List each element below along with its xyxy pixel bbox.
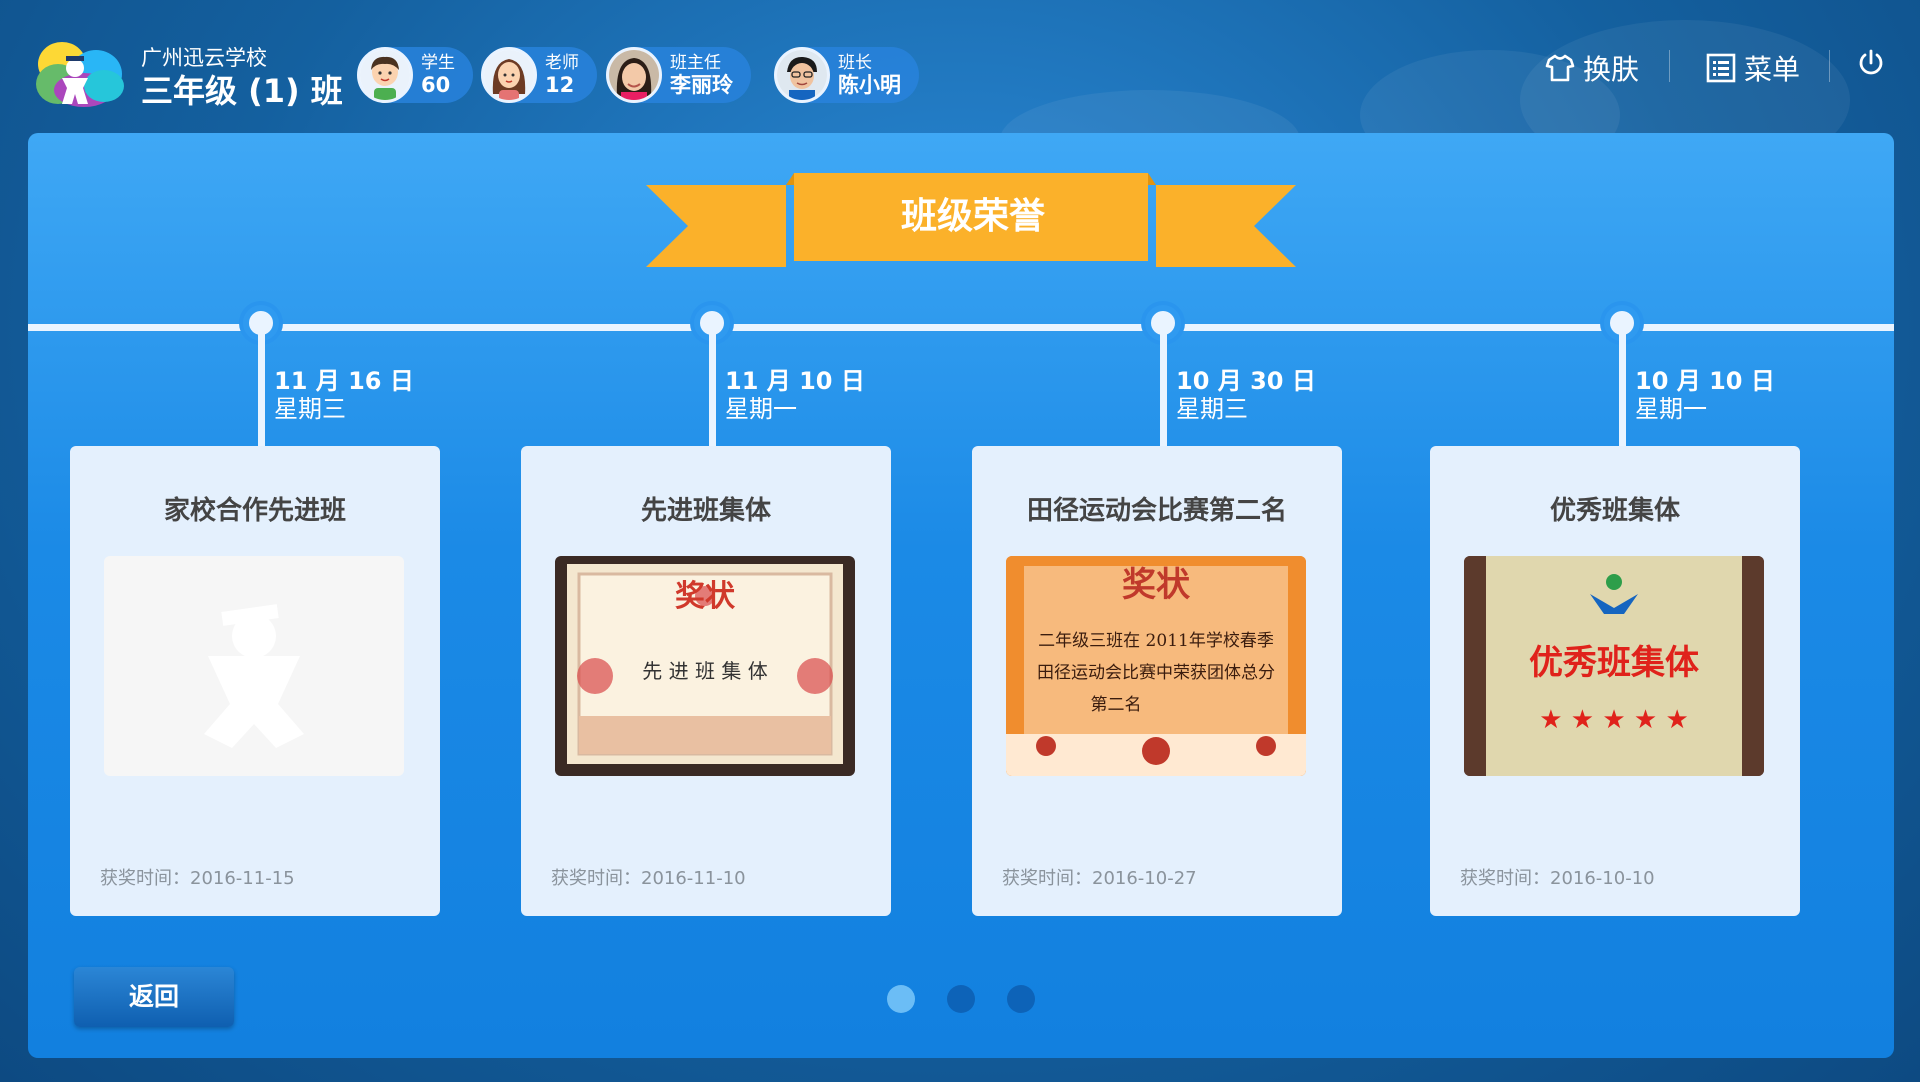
honor-title: 田径运动会比赛第二名 [1026,496,1287,526]
header-divider [1669,50,1670,82]
timeline-weekday: 星期一 [725,395,797,423]
honor-card[interactable]: 优秀班集体 优秀班集体 ★ ★ ★ ★ ★ 获奖时间：2016-10-10 [1430,446,1800,916]
timeline-stem [258,333,265,463]
timeline-weekday: 星期一 [1635,395,1707,423]
certificate-graphic: 奖状 二年级三班在 2011年学校春季 田径运动会比赛中荣获团体总分 第二名 [1006,556,1306,776]
certificate-line1: 二年级三班在 2011年学校春季 [1038,631,1274,651]
head-teacher-label: 班主任 [670,52,721,73]
timeline-stem [1160,333,1167,463]
change-skin-label: 换肤 [1583,53,1640,86]
certificate-body: 先 进 班 集 体 [642,659,767,683]
certificate-line3: 第二名 [1091,695,1142,715]
header-divider [1829,50,1830,82]
class-monitor-label: 班长 [838,52,872,73]
honor-time: 获奖时间：2016-11-10 [551,868,746,889]
certificate-heading: 奖状 [675,579,736,614]
timeline-stem [709,333,716,463]
class-name: 三年级 (1) 班 [141,72,343,110]
pagination-dot-2[interactable] [947,985,975,1013]
certificate-line2: 田径运动会比赛中荣获团体总分 [1037,662,1275,683]
change-skin-button[interactable]: 换肤 [1545,48,1639,88]
honor-image-placeholder [104,556,404,776]
timeline-weekday: 星期三 [1176,395,1248,423]
school-logo-icon [36,42,124,107]
certificate-image: 奖状 二年级三班在 2011年学校春季 田径运动会比赛中荣获团体总分 第二名 [1006,556,1306,776]
plaque-image: 优秀班集体 ★ ★ ★ ★ ★ [1464,556,1764,776]
students-label: 学生 [421,52,455,73]
honor-time: 获奖时间：2016-10-10 [1460,868,1655,889]
honor-card[interactable]: 先进班集体 奖状 先 进 班 集 体 获奖时间：2016-11-10 [521,446,891,916]
menu-button[interactable]: 菜单 [1706,48,1800,88]
girl-avatar-icon [481,47,537,103]
tshirt-icon [1545,54,1575,82]
teachers-count: 12 [545,72,575,97]
head-teacher-pill[interactable]: 班主任 李丽玲 [606,47,751,103]
certificate-image: 奖状 先 进 班 集 体 [555,556,855,776]
honor-title: 优秀班集体 [1549,496,1680,526]
placeholder-kid-icon [204,604,304,748]
students-count-pill[interactable]: 学生 60 [357,47,473,103]
honor-title: 家校合作先进班 [163,496,346,526]
plaque-body: 优秀班集体 [1529,643,1699,683]
certificate-heading: 奖状 [1122,565,1191,605]
app-header: 广州迅云学校 三年级 (1) 班 学生 60 老师 12 班主任 李丽玲 班长 … [0,0,1920,130]
honor-time: 获奖时间：2016-11-15 [100,868,295,889]
page-title: 班级荣誉 [900,196,1045,237]
teachers-count-pill[interactable]: 老师 12 [481,47,597,103]
power-icon [1859,49,1883,75]
power-button[interactable] [1856,48,1886,78]
plaque-stars: ★ ★ ★ ★ ★ [1539,705,1689,735]
class-monitor-name: 陈小明 [838,72,901,97]
pagination-dot-3[interactable] [1007,985,1035,1013]
honors-panel: 班级荣誉 11 月 16 日 星期三 家校合作先进班 获奖时间：2016-11-… [28,133,1894,1058]
honor-card[interactable]: 田径运动会比赛第二名 奖状 二年级三班在 2011年学校春季 田径运动会比赛中荣… [972,446,1342,916]
head-teacher-avatar [606,47,662,103]
plaque-graphic: 优秀班集体 ★ ★ ★ ★ ★ [1464,556,1764,776]
honor-time: 获奖时间：2016-10-27 [1002,868,1197,889]
menu-list-icon [1706,53,1736,83]
head-teacher-name: 李丽玲 [670,72,733,97]
timeline-stem [1619,333,1626,463]
boy-avatar-icon [357,47,413,103]
students-count: 60 [421,72,451,97]
timeline-weekday: 星期三 [274,395,346,423]
certificate-graphic: 奖状 先 进 班 集 体 [567,564,843,764]
class-monitor-avatar [774,47,830,103]
teachers-label: 老师 [545,52,579,73]
menu-label: 菜单 [1744,53,1801,86]
honor-title: 先进班集体 [640,496,771,526]
pagination-dot-1[interactable] [887,985,915,1013]
honor-card[interactable]: 家校合作先进班 获奖时间：2016-11-15 [70,446,440,916]
back-button[interactable]: 返回 [74,967,234,1027]
class-monitor-pill[interactable]: 班长 陈小明 [774,47,919,103]
